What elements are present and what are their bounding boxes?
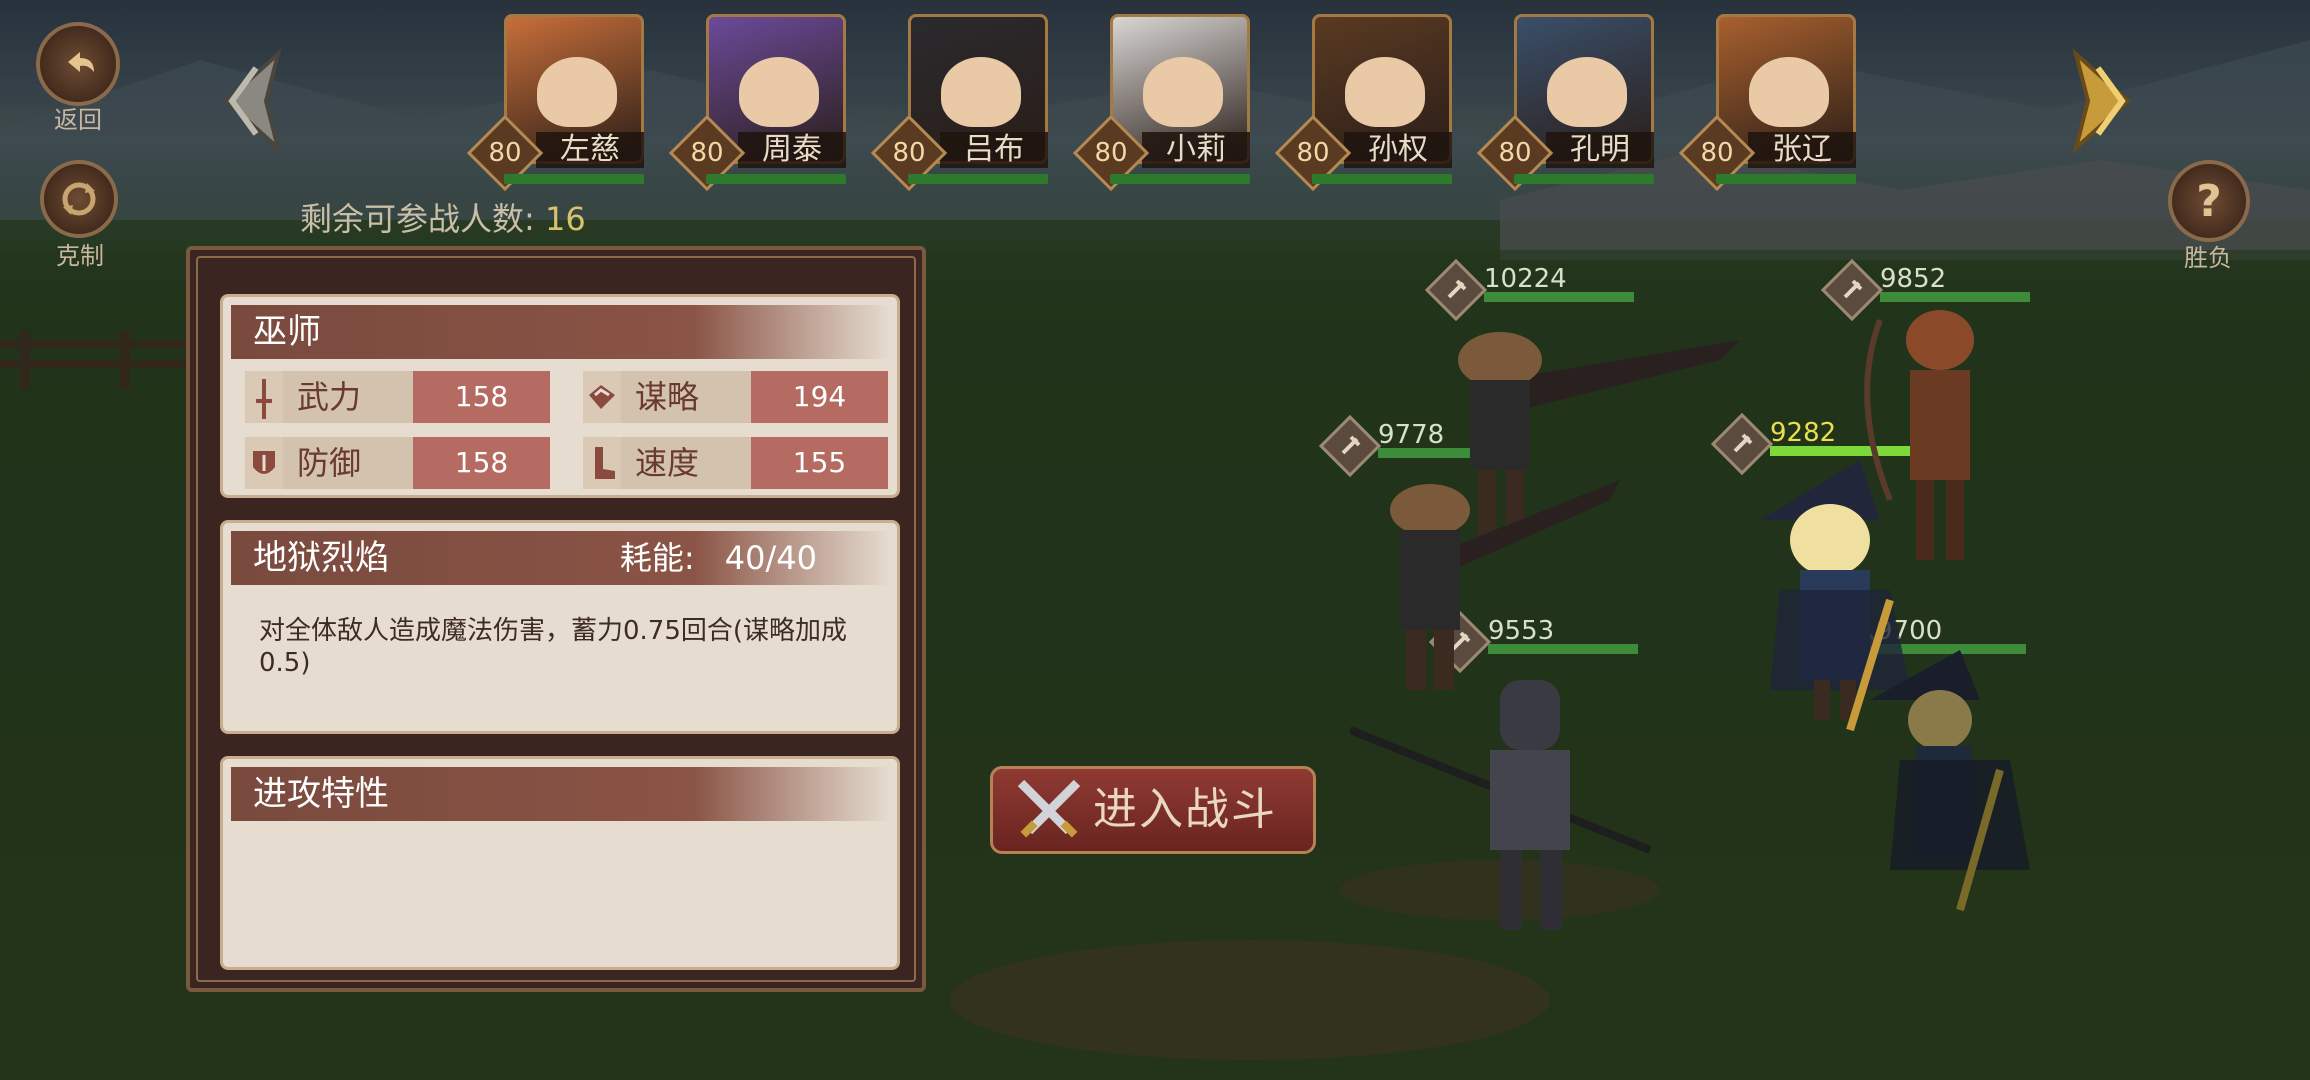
hero-hp-bar [1312,174,1452,184]
counter-cycle-icon [62,182,96,216]
stat-label: 谋略 [621,371,751,423]
hero-name: 孔明 [1546,132,1654,168]
hero-face [1143,57,1223,127]
hero-name: 左慈 [536,132,644,168]
back-arrow-icon [68,52,94,72]
hero-level: 80 [1700,138,1734,168]
skill-description: 对全体敌人造成魔法伤害，蓄力0.75回合(谋略加成0.5) [259,616,848,678]
hero-hp-bar [1716,174,1856,184]
unit-hp-value: 10224 [1484,264,1567,294]
unit-hp: 9852 [1880,264,2030,302]
remaining-count: 16 [544,200,586,238]
stat-label: 防御 [283,437,413,489]
stat-value: 155 [751,437,888,489]
hero-card[interactable]: 孔明 80 [1476,14,1656,192]
attack-traits-section: 进攻特性 [220,756,900,970]
hero-hp-bar [1514,174,1654,184]
counter-label: 克制 [56,242,104,270]
hero-face [1547,57,1627,127]
axe-icon [1437,271,1475,309]
stat-row: 速度 155 [583,437,888,489]
help-button[interactable]: ? [2168,160,2250,242]
enter-battle-button[interactable]: 进入战斗 [990,766,1316,854]
hero-hp-bar [908,174,1048,184]
crossed-swords-icon [1017,779,1081,838]
stat-row: 武力 158 [245,371,550,423]
hero-level: 80 [1094,138,1128,168]
hero-hp-bar [706,174,846,184]
hero-face [739,57,819,127]
hero-level: 80 [690,138,724,168]
hero-face [537,57,617,127]
stat-label: 武力 [283,371,413,423]
scroll-icon [589,385,615,409]
wizard-sprite[interactable] [1860,650,2060,950]
help-label: 胜负 [2184,244,2232,272]
skill-cost-label: 耗能: [619,539,695,577]
stat-value: 158 [413,437,550,489]
hero-card[interactable]: 孙权 80 [1274,14,1454,192]
back-label: 返回 [54,106,102,134]
question-icon: ? [2196,175,2222,227]
counter-button[interactable] [40,160,118,238]
hero-name: 孙权 [1344,132,1452,168]
unit-hp-bar [1484,292,1634,302]
hero-name: 吕布 [940,132,1048,168]
hero-face [941,57,1021,127]
shield-icon [253,451,275,474]
class-stats-section: 巫师 武力 158 谋略 194 防御 158 速度 155 [220,294,900,498]
hero-level: 80 [1296,138,1330,168]
hero-card[interactable]: 小莉 80 [1072,14,1252,192]
unit-hp: 10224 [1484,264,1634,302]
enter-battle-label: 进入战斗 [1093,784,1277,835]
hero-card[interactable]: 吕布 80 [870,14,1050,192]
remaining-participants: 剩余可参战人数: 16 [300,194,586,240]
scroll-left-arrow-icon[interactable] [208,48,294,154]
scroll-right-arrow-icon[interactable] [2060,48,2146,154]
stat-value: 194 [751,371,888,423]
hero-level: 80 [488,138,522,168]
hero-name: 小莉 [1142,132,1250,168]
hero-face [1749,57,1829,127]
hero-level: 80 [1498,138,1532,168]
stat-icon-box [245,371,283,423]
skill-cost: 耗能: 40/40 [620,531,817,585]
unit-hp-value: 9852 [1880,264,1947,294]
back-button[interactable] [36,22,120,106]
stat-row: 防御 158 [245,437,550,489]
stat-icon-box [583,371,621,423]
stat-icon-box [583,437,621,489]
hero-level: 80 [892,138,926,168]
unit-info-panel: 巫师 武力 158 谋略 194 防御 158 速度 155 地狱烈焰 耗能: 40/40 对… [186,246,926,992]
hero-card[interactable]: 左慈 80 [466,14,646,192]
stat-row: 谋略 194 [583,371,888,423]
sword-icon [256,379,272,419]
hero-card[interactable]: 张辽 80 [1678,14,1858,192]
stat-label: 速度 [621,437,751,489]
hero-card[interactable]: 周泰 80 [668,14,848,192]
attack-traits-title: 进攻特性 [231,767,891,821]
hero-name: 周泰 [738,132,846,168]
stat-icon-box [245,437,283,489]
hero-hp-bar [504,174,644,184]
spear-knight-sprite[interactable] [1350,660,1670,940]
class-name: 巫师 [231,305,891,359]
hero-face [1345,57,1425,127]
remaining-label: 剩余可参战人数: [300,200,535,238]
boot-icon [595,447,615,479]
skill-cost-value: 40/40 [724,539,817,577]
skill-section: 地狱烈焰 耗能: 40/40 对全体敌人造成魔法伤害，蓄力0.75回合(谋略加成… [220,520,900,734]
stat-value: 158 [413,371,550,423]
hero-hp-bar [1110,174,1250,184]
hero-name: 张辽 [1748,132,1856,168]
